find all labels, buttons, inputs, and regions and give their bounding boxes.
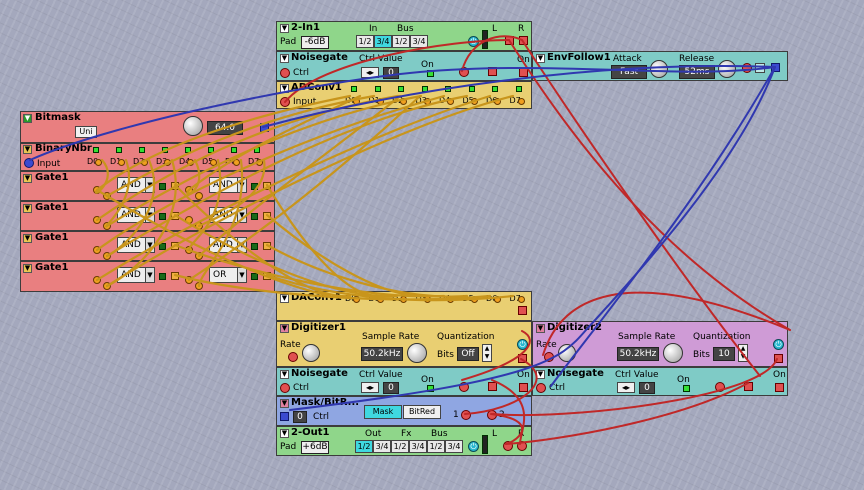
logic-cable [265,243,469,298]
control-cable [262,64,776,128]
audio-cable [464,358,538,415]
control-cable [550,66,776,387]
patch-cables [29,35,791,445]
audio-cable [542,291,791,356]
logic-cable [94,158,109,194]
audio-cable [284,39,510,103]
logic-cable [95,94,400,222]
control-cable [289,66,776,411]
logic-cable [173,243,446,298]
audio-cable [490,413,524,445]
audio-cable [461,330,531,381]
audio-cable [492,358,778,417]
logic-cable [187,94,422,282]
